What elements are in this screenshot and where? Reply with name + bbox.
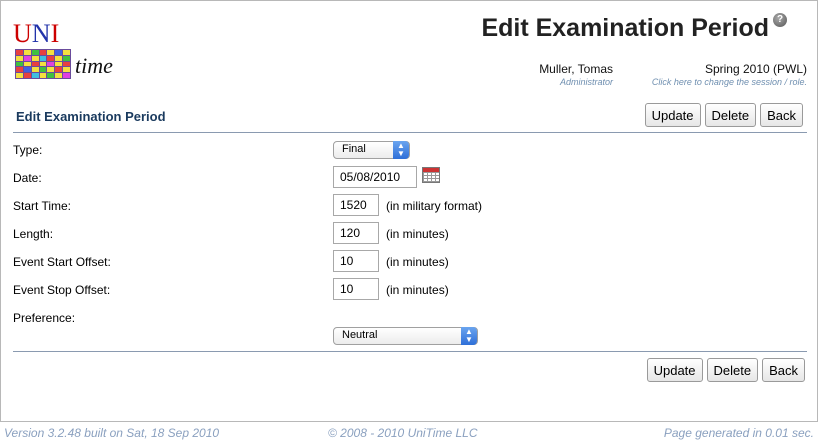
event-start-offset-label: Event Start Offset: — [13, 255, 111, 269]
section-divider — [13, 132, 807, 133]
change-session-link[interactable]: Click here to change the session / role. — [652, 77, 807, 87]
date-label: Date: — [13, 171, 42, 185]
event-start-offset-input[interactable] — [333, 250, 379, 272]
calendar-icon[interactable] — [422, 167, 440, 183]
event-stop-offset-label: Event Stop Offset: — [13, 283, 111, 297]
type-label: Type: — [13, 143, 43, 157]
bottom-divider — [13, 351, 807, 352]
select-arrows-icon: ▲ ▼ — [461, 327, 477, 345]
start-time-input[interactable] — [333, 194, 379, 216]
length-label: Length: — [13, 227, 54, 241]
section-title: Edit Examination Period — [16, 109, 166, 124]
logo-text: UNI — [13, 19, 60, 48]
delete-button[interactable]: Delete — [704, 103, 757, 127]
session-name[interactable]: Spring 2010 (PWL) — [705, 62, 807, 76]
logo-grid-icon — [15, 49, 71, 79]
select-arrows-icon: ▲ ▼ — [393, 141, 409, 159]
length-input[interactable] — [333, 222, 379, 244]
update-button[interactable]: Update — [646, 358, 703, 382]
user-name: Muller, Tomas — [539, 62, 613, 76]
user-role: Administrator — [559, 77, 613, 87]
page-frame: UNI time Edit Examination Period ? Mulle… — [0, 0, 818, 422]
back-button[interactable]: Back — [760, 103, 803, 127]
bottom-button-bar: Update Delete Back — [646, 358, 805, 382]
start-time-hint: (in military format) — [386, 199, 483, 213]
footer-version: Version 3.2.48 built on Sat, 18 Sep 2010 — [4, 426, 220, 440]
delete-button[interactable]: Delete — [706, 358, 759, 382]
length-hint: (in minutes) — [386, 227, 449, 241]
footer-copyright: © 2008 - 2010 UniTime LLC — [328, 426, 478, 440]
unitime-logo[interactable]: UNI time — [13, 19, 133, 83]
event-stop-offset-hint: (in minutes) — [386, 283, 449, 297]
event-stop-offset-input[interactable] — [333, 278, 379, 300]
logo-time-text: time — [75, 53, 113, 78]
event-start-offset-hint: (in minutes) — [386, 255, 449, 269]
back-button[interactable]: Back — [762, 358, 805, 382]
preference-select-value: Neutral — [342, 329, 378, 341]
preference-label: Preference: — [13, 311, 76, 325]
top-button-bar: Update Delete Back — [644, 103, 803, 127]
date-input[interactable] — [333, 166, 417, 188]
footer-generated: Page generated in 0.01 sec. — [663, 426, 814, 440]
type-select-value: Final — [342, 143, 366, 155]
start-time-label: Start Time: — [13, 199, 72, 213]
type-select[interactable]: Final ▲ ▼ — [333, 141, 410, 159]
page-title: Edit Examination Period — [481, 14, 769, 42]
help-icon[interactable]: ? — [773, 13, 787, 27]
preference-select[interactable]: Neutral ▲ ▼ — [333, 327, 478, 345]
update-button[interactable]: Update — [644, 103, 701, 127]
